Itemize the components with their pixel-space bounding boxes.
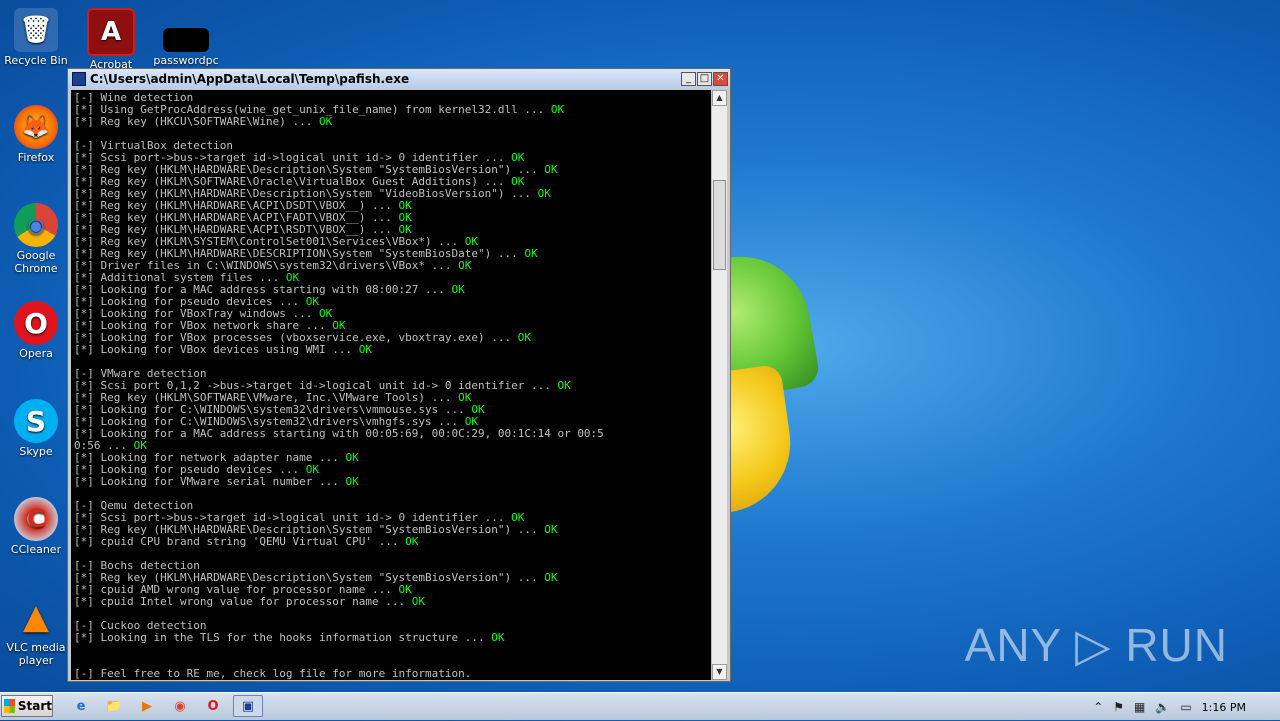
console-line: [*] cpuid Intel wrong value for processo… bbox=[74, 595, 426, 608]
desktop-icon-ccleaner[interactable]: C CCleaner bbox=[1, 497, 71, 556]
desktop-icon-acrobat[interactable]: A Acrobat bbox=[76, 8, 146, 71]
desktop-icon-opera[interactable]: O Opera bbox=[1, 301, 71, 360]
scroll-up-arrow-icon[interactable]: ▲ bbox=[712, 90, 727, 106]
ok-status: OK bbox=[544, 163, 558, 176]
firefox-icon: 🦊 bbox=[14, 105, 58, 149]
ok-status: OK bbox=[550, 103, 565, 116]
ok-status: OK bbox=[517, 331, 531, 344]
close-button[interactable]: ✕ bbox=[713, 72, 728, 86]
volume-icon[interactable]: 🔈 bbox=[1155, 700, 1170, 714]
ok-status: OK bbox=[537, 187, 551, 200]
console-line: [*] Looking for VMware serial number ...… bbox=[74, 475, 359, 488]
desktop-icon-label: CCleaner bbox=[10, 543, 62, 556]
action-center-icon[interactable]: ▭ bbox=[1180, 700, 1191, 714]
desktop-icon-label: Skype bbox=[19, 445, 53, 458]
taskbar-pafish-icon[interactable]: ▣ bbox=[233, 695, 263, 717]
minimize-button[interactable]: _ bbox=[681, 72, 696, 86]
ok-status: OK bbox=[557, 379, 571, 392]
console-line: [*] Reg key (HKCU\SOFTWARE\Wine) ... OK bbox=[74, 115, 333, 128]
desktop-icon-firefox[interactable]: 🦊 Firefox bbox=[1, 105, 71, 164]
taskbar-chrome-icon[interactable]: ◉ bbox=[165, 695, 195, 717]
taskbar-ie-icon[interactable]: e bbox=[66, 695, 96, 717]
acrobat-icon: A bbox=[87, 8, 135, 56]
desktop-icon-recycle-bin[interactable]: 🗑 Recycle Bin bbox=[1, 8, 71, 67]
skype-icon: S bbox=[14, 399, 58, 443]
console-line: [*] Looking in the TLS for the hooks inf… bbox=[74, 631, 505, 644]
desktop-icon-skype[interactable]: S Skype bbox=[1, 399, 71, 458]
ccleaner-icon: C bbox=[14, 497, 58, 541]
console-line: [-] Feel free to RE me, check log file f… bbox=[74, 667, 472, 680]
desktop-icon-chrome[interactable]: ◉ Google Chrome bbox=[1, 203, 71, 275]
opera-icon: O bbox=[14, 301, 58, 345]
window-title: C:\Users\admin\AppData\Local\Temp\pafish… bbox=[90, 72, 410, 86]
console-line: [*] Looking for a MAC address starting w… bbox=[74, 427, 604, 440]
console-window[interactable]: C:\Users\admin\AppData\Local\Temp\pafish… bbox=[67, 68, 731, 682]
ok-status: OK bbox=[411, 595, 426, 608]
windows-flag-icon bbox=[4, 699, 15, 713]
scrollbar-thumb[interactable] bbox=[713, 180, 726, 270]
start-label: Start bbox=[17, 699, 52, 713]
desktop-icon-label: Google Chrome bbox=[14, 249, 58, 275]
ok-status: OK bbox=[524, 247, 538, 260]
ok-status: OK bbox=[358, 343, 373, 356]
desktop-icon-label: Firefox bbox=[17, 151, 55, 164]
ok-status: OK bbox=[345, 451, 359, 464]
ok-status: OK bbox=[458, 259, 472, 272]
desktop-icon-label: VLC media player bbox=[6, 641, 66, 667]
desktop-icon-label: Recycle Bin bbox=[4, 54, 68, 67]
desktop-icon-passwordpc[interactable]: passwordpc bbox=[151, 8, 221, 67]
console-output[interactable]: [-] Wine detection [*] Using GetProcAddr… bbox=[71, 90, 712, 680]
taskbar-opera-icon[interactable]: O bbox=[198, 695, 228, 717]
taskbar: Start e 📁 ▶ ◉ O ▣ ⌃ ⚑ ▦ 🔈 ▭ 1:16 PM bbox=[0, 692, 1280, 720]
desktop-icon-vlc[interactable]: ▲ VLC media player bbox=[1, 595, 71, 667]
ok-status: OK bbox=[345, 475, 359, 488]
taskbar-media-icon[interactable]: ▶ bbox=[132, 695, 162, 717]
console-app-icon bbox=[72, 72, 86, 86]
window-titlebar[interactable]: C:\Users\admin\AppData\Local\Temp\pafish… bbox=[68, 69, 730, 89]
ok-status: OK bbox=[544, 523, 558, 536]
system-tray: ⌃ ⚑ ▦ 🔈 ▭ 1:16 PM bbox=[1093, 693, 1280, 721]
desktop-icon-label: Opera bbox=[19, 347, 53, 360]
vlc-icon: ▲ bbox=[22, 597, 50, 637]
flag-icon[interactable]: ⚑ bbox=[1113, 700, 1124, 714]
ok-status: OK bbox=[319, 115, 333, 128]
clock[interactable]: 1:16 PM bbox=[1202, 701, 1246, 714]
ok-status: OK bbox=[451, 283, 465, 296]
scroll-down-arrow-icon[interactable]: ▼ bbox=[712, 664, 727, 680]
ok-status: OK bbox=[544, 571, 558, 584]
anyrun-watermark: ANY ▷ RUN bbox=[964, 619, 1228, 671]
ok-status: OK bbox=[405, 535, 419, 548]
chevron-up-icon[interactable]: ⌃ bbox=[1093, 700, 1103, 714]
vertical-scrollbar[interactable]: ▲ ▼ bbox=[711, 90, 727, 680]
chrome-icon: ◉ bbox=[14, 203, 58, 247]
network-icon[interactable]: ▦ bbox=[1134, 700, 1145, 714]
start-button[interactable]: Start bbox=[1, 695, 53, 717]
console-line: [*] cpuid CPU brand string 'QEMU Virtual… bbox=[74, 535, 419, 548]
console-line: [*] Looking for VBox devices using WMI .… bbox=[74, 343, 373, 356]
file-icon bbox=[163, 28, 209, 52]
console-text: [-] Wine detection [*] Using GetProcAddr… bbox=[71, 90, 712, 680]
maximize-button[interactable]: □ bbox=[697, 72, 712, 86]
desktop-icon-label: passwordpc bbox=[153, 54, 219, 67]
recycle-bin-icon: 🗑 bbox=[14, 8, 58, 52]
acrobat-glyph: A bbox=[100, 17, 122, 47]
taskbar-explorer-icon[interactable]: 📁 bbox=[99, 695, 129, 717]
ok-status: OK bbox=[491, 631, 505, 644]
